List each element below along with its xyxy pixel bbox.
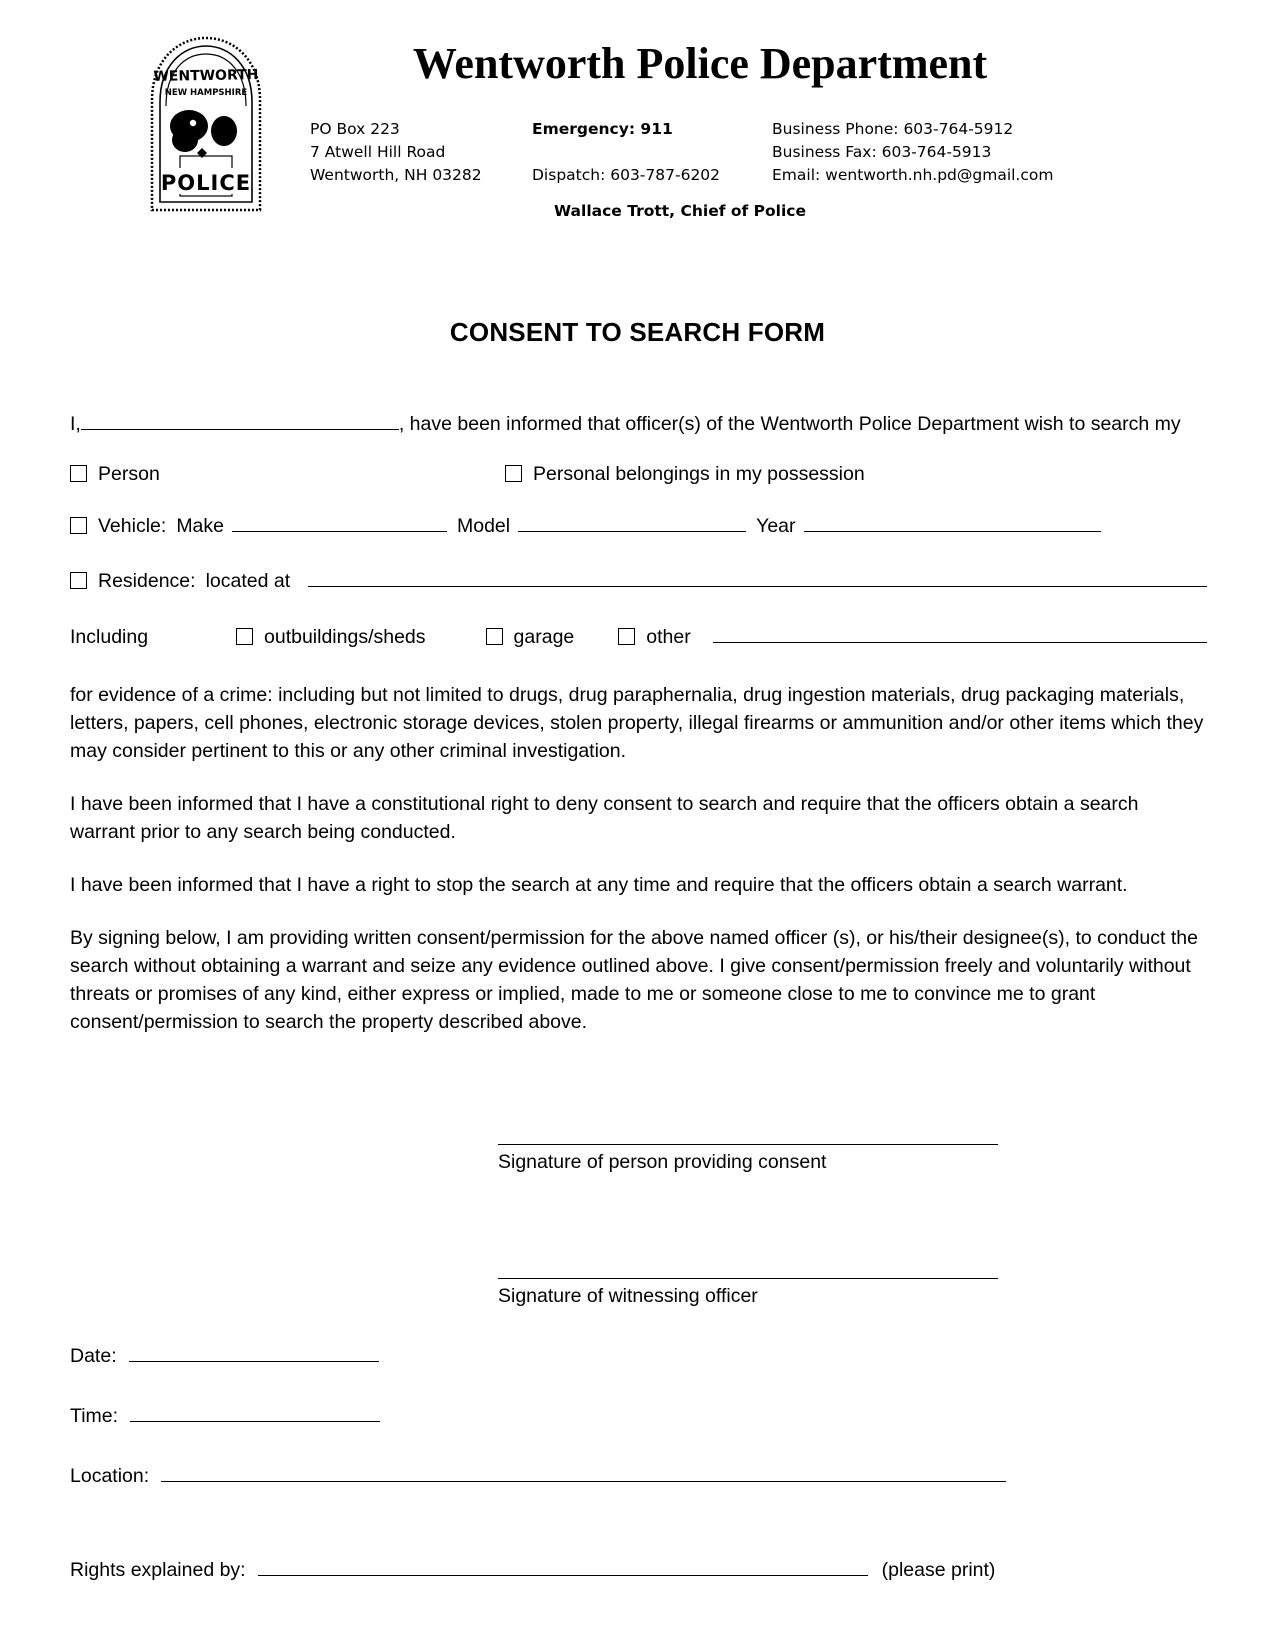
officer-signature-caption: Signature of witnessing officer bbox=[498, 1285, 758, 1307]
option-outbuildings-label: outbuildings/sheds bbox=[264, 626, 426, 648]
address-line-2: 7 Atwell Hill Road bbox=[310, 143, 446, 161]
checkbox-other-icon[interactable] bbox=[618, 628, 636, 645]
page-title: CONSENT TO SEARCH FORM bbox=[449, 317, 826, 347]
residence-address-field[interactable] bbox=[308, 567, 1207, 587]
checkbox-vehicle-icon[interactable] bbox=[70, 517, 87, 534]
date-label: Date: bbox=[70, 1345, 117, 1367]
time-row: Time: bbox=[70, 1402, 1207, 1430]
address-column: PO Box 223 7 Atwell Hill Road Wentworth,… bbox=[310, 118, 482, 187]
svg-text:NEW HAMPSHIRE: NEW HAMPSHIRE bbox=[165, 88, 248, 98]
emergency-number: Emergency: 911 bbox=[532, 120, 673, 138]
location-row: Location: bbox=[70, 1462, 1207, 1490]
department-name: Wentworth Police Department bbox=[412, 39, 988, 88]
form-body: I, , have been informed that officer(s) o… bbox=[70, 410, 1207, 1584]
signature-block-officer: Signature of witnessing officer bbox=[498, 1238, 998, 1310]
signature-block-consent: Signature of person providing consent bbox=[498, 1104, 998, 1176]
consent-lead-line: I, , have been informed that officer(s) o… bbox=[70, 410, 1207, 438]
including-label: Including bbox=[70, 626, 149, 648]
contact-info: PO Box 223 7 Atwell Hill Road Wentworth,… bbox=[300, 118, 1110, 198]
police-badge-icon: WENTWORTH NEW HAMPSHIRE POLICE bbox=[140, 32, 272, 222]
checkbox-person-icon[interactable] bbox=[70, 465, 87, 482]
business-fax: Business Fax: 603-764-5913 bbox=[772, 143, 992, 161]
chief-of-police: Wallace Trott, Chief of Police bbox=[554, 202, 806, 220]
vehicle-model-label: Model bbox=[457, 515, 511, 537]
search-scope-row-residence: Residence: located at bbox=[70, 567, 1207, 595]
name-blank-field[interactable] bbox=[80, 410, 399, 430]
paragraph-right-to-deny: I have been informed that I have a const… bbox=[70, 793, 1139, 843]
address-line-1: PO Box 223 bbox=[310, 120, 400, 138]
time-label: Time: bbox=[70, 1405, 119, 1427]
checkbox-residence-icon[interactable] bbox=[70, 572, 87, 589]
consent-signature-field[interactable] bbox=[498, 1104, 998, 1145]
rights-explained-label: Rights explained by: bbox=[70, 1559, 246, 1581]
vehicle-year-field[interactable] bbox=[803, 512, 1101, 532]
vehicle-make-field[interactable] bbox=[232, 512, 447, 532]
rights-explained-field[interactable] bbox=[257, 1556, 868, 1576]
location-label: Location: bbox=[70, 1465, 150, 1487]
paragraph-right-to-stop: I have been informed that I have a right… bbox=[70, 874, 1128, 896]
residence-located-at-label: located at bbox=[205, 570, 291, 592]
search-scope-row-including: Including outbuildings/sheds garage othe… bbox=[70, 623, 1207, 651]
option-person[interactable]: Person bbox=[70, 460, 505, 488]
time-field[interactable] bbox=[130, 1402, 381, 1422]
option-garage[interactable]: garage bbox=[485, 623, 575, 651]
location-field[interactable] bbox=[161, 1462, 1007, 1482]
lead-prefix: I, bbox=[70, 413, 81, 435]
option-personal-belongings[interactable]: Personal belongings in my possession bbox=[505, 460, 865, 488]
option-residence-label: Residence: bbox=[98, 570, 196, 592]
business-column: Business Phone: 603-764-5912 Business Fa… bbox=[772, 118, 1053, 187]
document-page: WENTWORTH NEW HAMPSHIRE POLICE Wentworth… bbox=[0, 0, 1275, 1650]
search-scope-row-1: Person Personal belongings in my possess… bbox=[70, 460, 1207, 488]
vehicle-make-label: Make bbox=[176, 515, 224, 537]
option-vehicle-label: Vehicle: bbox=[98, 515, 167, 537]
please-print-note: (please print) bbox=[881, 1559, 996, 1581]
svg-text:POLICE: POLICE bbox=[161, 171, 251, 195]
date-row: Date: bbox=[70, 1342, 1207, 1370]
other-description-field[interactable] bbox=[712, 623, 1207, 643]
date-field[interactable] bbox=[128, 1342, 379, 1362]
emergency-column: Emergency: 911 Dispatch: 603-787-6202 bbox=[532, 118, 720, 187]
lead-suffix: , have been informed that officer(s) of … bbox=[398, 413, 1181, 435]
officer-signature-field[interactable] bbox=[498, 1238, 998, 1279]
rights-explained-row: Rights explained by: (please print) bbox=[70, 1556, 1207, 1584]
email-address: Email: wentworth.nh.pd@gmail.com bbox=[772, 166, 1054, 184]
option-other-label: other bbox=[646, 626, 691, 648]
address-line-3: Wentworth, NH 03282 bbox=[310, 166, 482, 184]
vehicle-year-label: Year bbox=[756, 515, 796, 537]
svg-text:WENTWORTH: WENTWORTH bbox=[153, 67, 258, 85]
checkbox-personal-belongings-icon[interactable] bbox=[505, 465, 522, 482]
option-personal-belongings-label: Personal belongings in my possession bbox=[533, 463, 865, 485]
checkbox-outbuildings-icon[interactable] bbox=[236, 628, 253, 645]
business-phone: Business Phone: 603-764-5912 bbox=[772, 120, 1014, 138]
letterhead: WENTWORTH NEW HAMPSHIRE POLICE Wentworth… bbox=[0, 0, 1275, 245]
option-person-label: Person bbox=[98, 463, 160, 485]
vehicle-model-field[interactable] bbox=[518, 512, 747, 532]
paragraph-evidence-scope: for evidence of a crime: including but n… bbox=[70, 684, 1204, 762]
option-garage-label: garage bbox=[513, 626, 575, 648]
option-other[interactable]: other bbox=[618, 623, 691, 651]
paragraph-voluntary-consent: By signing below, I am providing written… bbox=[70, 927, 1198, 1033]
checkbox-garage-icon[interactable] bbox=[485, 628, 503, 645]
option-outbuildings[interactable]: outbuildings/sheds bbox=[236, 623, 426, 651]
search-scope-row-vehicle: Vehicle: Make Model Year bbox=[70, 512, 1207, 540]
consent-signature-caption: Signature of person providing consent bbox=[498, 1151, 827, 1173]
dispatch-number: Dispatch: 603-787-6202 bbox=[532, 166, 721, 184]
